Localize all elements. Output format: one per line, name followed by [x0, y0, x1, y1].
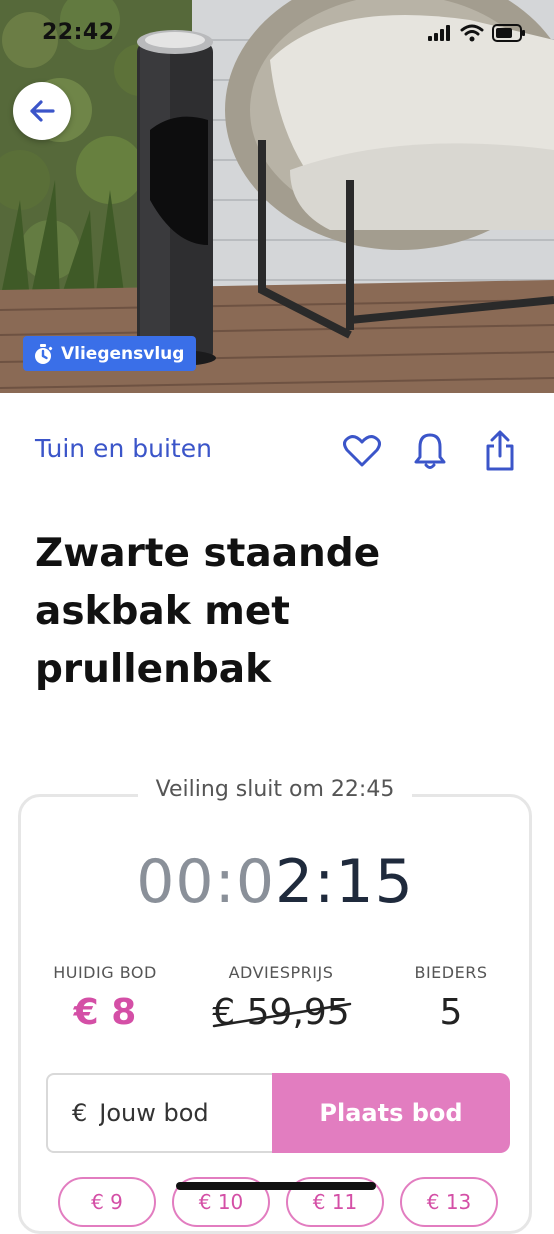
speed-badge: Vliegensvlug — [23, 336, 197, 371]
current-bid-value: € 8 — [73, 992, 137, 1033]
wifi-icon — [460, 24, 484, 42]
product-image: 22:42 Vliegensvlug — [0, 0, 554, 393]
product-actions — [340, 428, 530, 474]
current-bid-label: HUIDIG BOD — [53, 963, 157, 982]
cellular-signal-icon — [428, 25, 450, 41]
heart-icon — [343, 435, 381, 467]
currency-symbol: € — [72, 1099, 88, 1127]
strikethrough-mark — [212, 1002, 352, 1028]
battery-icon — [492, 24, 525, 42]
badge-label: Vliegensvlug — [61, 343, 185, 364]
advice-price: ADVIESPRIJS € 59,95 — [206, 963, 356, 1033]
bell-icon — [414, 433, 446, 469]
bid-amount-input[interactable] — [97, 1098, 242, 1128]
bidders: BIEDERS 5 — [401, 963, 501, 1033]
auction-card: Veiling sluit om 22:45 00:02:15 HUIDIG B… — [18, 777, 532, 1234]
current-bid: HUIDIG BOD € 8 — [45, 963, 165, 1033]
share-button[interactable] — [478, 428, 522, 474]
bidders-count: 5 — [439, 992, 463, 1033]
advice-price-label: ADVIESPRIJS — [228, 963, 334, 982]
countdown-timer: 00:02:15 — [21, 847, 529, 917]
bid-input-field[interactable]: € — [46, 1073, 272, 1153]
quick-bid-button[interactable]: € 13 — [400, 1177, 498, 1227]
auction-close-time: Veiling sluit om 22:45 — [137, 777, 413, 802]
timer-elapsed-part: 00:0 — [136, 847, 275, 917]
quick-bid-button[interactable]: € 9 — [58, 1177, 156, 1227]
bid-form: € Plaats bod — [46, 1073, 510, 1153]
advice-price-value: € 59,95 — [206, 992, 356, 1033]
home-indicator[interactable] — [176, 1182, 376, 1190]
category-link[interactable]: Tuin en buiten — [35, 434, 212, 463]
place-bid-button[interactable]: Plaats bod — [272, 1073, 510, 1153]
stopwatch-icon — [35, 343, 53, 364]
bidders-label: BIEDERS — [414, 963, 488, 982]
status-time: 22:42 — [42, 20, 115, 45]
favorite-button[interactable] — [340, 428, 384, 474]
product-title: Zwarte staande askbak met prullenbak — [35, 531, 381, 692]
notify-button[interactable] — [408, 428, 452, 474]
timer-remaining-part: 2:15 — [275, 847, 414, 917]
status-icons — [428, 24, 526, 42]
back-button[interactable] — [13, 82, 71, 140]
auction-close-caption: Veiling sluit om 22:45 — [21, 777, 529, 802]
status-bar: 22:42 — [0, 0, 554, 70]
share-icon — [486, 430, 514, 471]
arrow-left-icon — [30, 100, 55, 122]
